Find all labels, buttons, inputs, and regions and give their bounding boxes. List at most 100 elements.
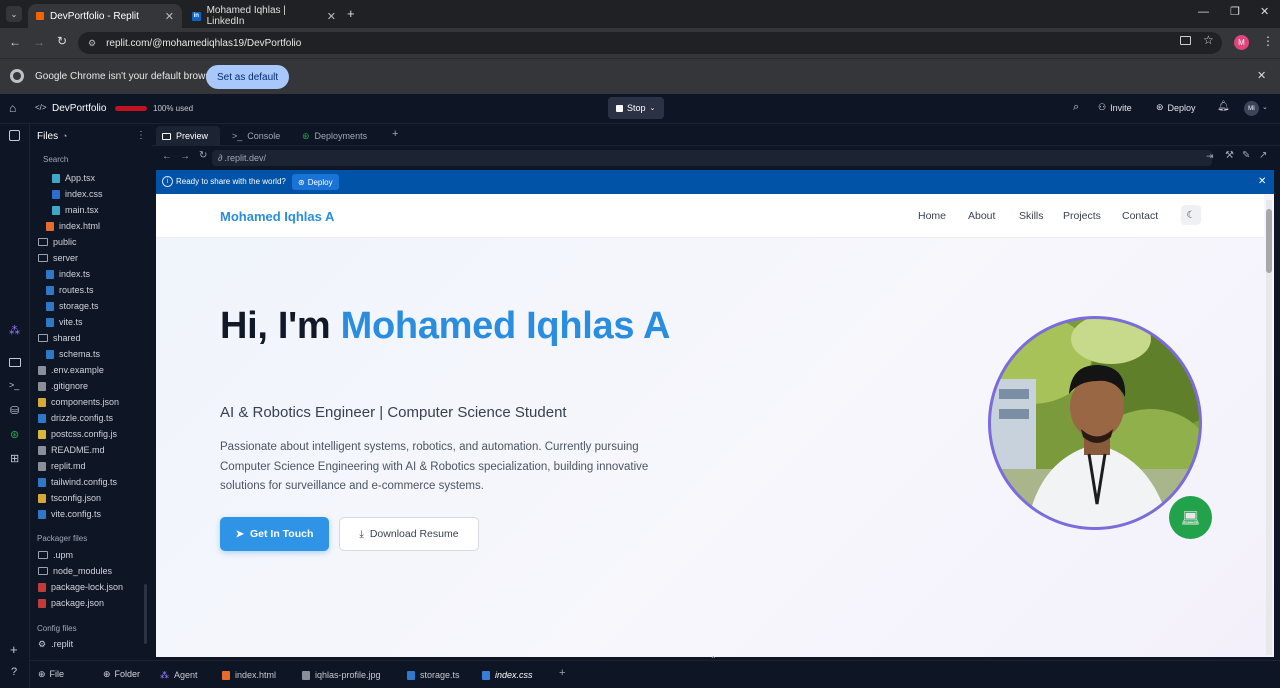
bookmark-star-icon[interactable]: ☆ bbox=[1203, 33, 1214, 47]
file-tree-item[interactable]: components.json bbox=[38, 394, 119, 410]
tab-deployments[interactable]: ⊛ Deployments bbox=[296, 126, 373, 146]
tab-preview[interactable]: Preview bbox=[156, 126, 220, 146]
window-close-button[interactable]: ✕ bbox=[1260, 5, 1269, 18]
list-item[interactable]: package-lock.json bbox=[38, 579, 123, 595]
new-folder-button[interactable]: ⊕ Folder bbox=[103, 665, 140, 683]
file-tree-item[interactable]: routes.ts bbox=[46, 282, 94, 298]
add-tab-icon[interactable]: + bbox=[392, 128, 398, 140]
deploy-button[interactable]: ⊛ Deploy bbox=[1156, 102, 1196, 113]
all-tools-icon[interactable]: ⊞ bbox=[10, 452, 19, 465]
file-tree-item[interactable]: index.ts bbox=[46, 266, 90, 282]
list-item[interactable]: package.json bbox=[38, 595, 104, 611]
tab-search-button[interactable]: ⌄ bbox=[6, 6, 22, 22]
deployments-icon[interactable]: ⊛ bbox=[10, 428, 19, 441]
chrome-menu-icon[interactable]: ⋮ bbox=[1262, 34, 1274, 48]
preview-icon[interactable] bbox=[9, 358, 21, 367]
nav-about[interactable]: About bbox=[968, 210, 995, 222]
profile-avatar[interactable]: M bbox=[1234, 35, 1249, 50]
forward-icon[interactable]: → bbox=[180, 151, 190, 162]
back-icon[interactable]: ← bbox=[162, 151, 172, 162]
get-in-touch-button[interactable]: ➤ Get In Touch bbox=[220, 517, 329, 551]
new-tab-button[interactable]: + bbox=[347, 6, 355, 21]
more-icon[interactable]: ⋮ bbox=[136, 130, 146, 141]
file-tree-item[interactable]: tailwind.config.ts bbox=[38, 474, 117, 490]
set-default-button[interactable]: Set as default bbox=[206, 65, 290, 89]
user-avatar[interactable]: MI bbox=[1244, 101, 1259, 116]
list-item[interactable]: node_modules bbox=[38, 563, 112, 579]
file-tree-item[interactable]: vite.config.ts bbox=[38, 506, 101, 522]
search-icon[interactable]: ⌕ bbox=[1073, 101, 1079, 114]
forward-icon[interactable]: → bbox=[33, 35, 45, 49]
devtools-icon[interactable]: ⚒ bbox=[1225, 150, 1234, 161]
reload-icon[interactable]: ↻ bbox=[199, 150, 207, 161]
nav-projects[interactable]: Projects bbox=[1063, 210, 1101, 222]
history-icon[interactable]: ◔ bbox=[62, 131, 67, 141]
file-tree-item[interactable]: .gitignore bbox=[38, 378, 88, 394]
tab-profile-image[interactable]: iqhlas-profile.jpg bbox=[302, 667, 381, 683]
new-tab-icon[interactable]: + bbox=[10, 642, 18, 657]
list-item[interactable]: .upm bbox=[38, 547, 73, 563]
tab-console[interactable]: >_ Console bbox=[226, 126, 286, 146]
file-tree-item[interactable]: public bbox=[38, 234, 77, 250]
url-field[interactable]: ⚙ replit.com/@mohamediqhlas19/DevPortfol… bbox=[78, 32, 1222, 54]
files-icon[interactable] bbox=[9, 130, 20, 141]
file-tree-item[interactable]: tsconfig.json bbox=[38, 490, 101, 506]
site-info-icon[interactable]: ⚙ bbox=[88, 38, 96, 49]
tab-index-css[interactable]: index.css bbox=[482, 667, 533, 683]
nav-contact[interactable]: Contact bbox=[1122, 210, 1158, 222]
agent-icon[interactable]: ⁂ bbox=[9, 324, 20, 337]
console-icon[interactable]: >_ bbox=[9, 380, 19, 390]
stop-button[interactable]: Stop ⌄ bbox=[608, 97, 664, 119]
external-link-icon[interactable]: ↗ bbox=[1259, 150, 1267, 161]
help-icon[interactable]: ? bbox=[11, 666, 17, 678]
preview-url-field[interactable]: ∂ .replit.dev/ bbox=[212, 150, 1212, 166]
collapse-chevron-icon[interactable]: ⌃ bbox=[710, 655, 717, 664]
nav-home[interactable]: Home bbox=[918, 210, 946, 222]
invite-button[interactable]: ⚇ Invite bbox=[1098, 102, 1132, 113]
file-tree-item[interactable]: .env.example bbox=[38, 362, 104, 378]
add-tab-icon[interactable]: + bbox=[559, 667, 565, 679]
file-tree-item[interactable]: shared bbox=[38, 330, 81, 346]
tab-storage-ts[interactable]: storage.ts bbox=[407, 667, 460, 683]
tab-agent[interactable]: ⁂ Agent bbox=[160, 667, 198, 683]
file-tree-item[interactable]: main.tsx bbox=[52, 202, 99, 218]
close-icon[interactable]: ✕ bbox=[1257, 69, 1266, 82]
project-name[interactable]: DevPortfolio bbox=[52, 103, 106, 114]
sidebar-scrollbar[interactable] bbox=[144, 584, 147, 644]
site-brand[interactable]: Mohamed Iqhlas A bbox=[220, 209, 334, 224]
restore-button[interactable]: ❐ bbox=[1230, 5, 1240, 18]
edit-icon[interactable]: ✎ bbox=[1242, 150, 1250, 161]
file-tree-item[interactable]: README.md bbox=[38, 442, 105, 458]
banner-deploy-button[interactable]: ⊛ Deploy bbox=[292, 174, 339, 190]
reload-icon[interactable]: ↻ bbox=[57, 34, 67, 48]
database-icon[interactable]: ⛁ bbox=[10, 404, 19, 417]
bell-icon[interactable]: 🔔︎ bbox=[1217, 101, 1230, 112]
cast-icon[interactable] bbox=[1180, 36, 1191, 45]
chevron-down-icon[interactable]: ⌄ bbox=[1262, 103, 1268, 111]
browser-tab-replit[interactable]: DevPortfolio - Replit ✕ bbox=[28, 4, 182, 28]
file-tree-item[interactable]: index.css bbox=[52, 186, 103, 202]
usage-bar[interactable] bbox=[115, 106, 147, 111]
file-tree-item[interactable]: storage.ts bbox=[46, 298, 99, 314]
back-icon[interactable]: ← bbox=[9, 35, 21, 49]
theme-toggle-button[interactable]: ☾ bbox=[1181, 205, 1201, 225]
file-tree-item[interactable]: drizzle.config.ts bbox=[38, 410, 113, 426]
close-icon[interactable]: ✕ bbox=[1258, 176, 1266, 187]
file-tree-item[interactable]: schema.ts bbox=[46, 346, 100, 362]
preview-scrollbar-thumb[interactable] bbox=[1266, 209, 1272, 273]
new-file-button[interactable]: ⊕ File bbox=[38, 665, 64, 683]
file-tree-item[interactable]: replit.md bbox=[38, 458, 86, 474]
tab-index-html[interactable]: index.html bbox=[222, 667, 276, 683]
close-icon[interactable]: ✕ bbox=[327, 10, 336, 23]
browser-tab-linkedin[interactable]: in Mohamed Iqhlas | LinkedIn ✕ bbox=[184, 4, 344, 28]
home-icon[interactable]: ⌂ bbox=[9, 101, 16, 115]
minimize-button[interactable]: — bbox=[1198, 6, 1209, 18]
nav-skills[interactable]: Skills bbox=[1019, 210, 1044, 222]
download-resume-button[interactable]: ⤓ Download Resume bbox=[339, 517, 479, 551]
file-tree-item[interactable]: index.html bbox=[46, 218, 100, 234]
file-tree-item[interactable]: App.tsx bbox=[52, 170, 95, 186]
search-label[interactable]: Search bbox=[43, 155, 68, 164]
file-tree-item[interactable]: postcss.config.js bbox=[38, 426, 117, 442]
file-tree-item[interactable]: server bbox=[38, 250, 78, 266]
open-arrow-icon[interactable]: ⇥ bbox=[1206, 151, 1214, 162]
